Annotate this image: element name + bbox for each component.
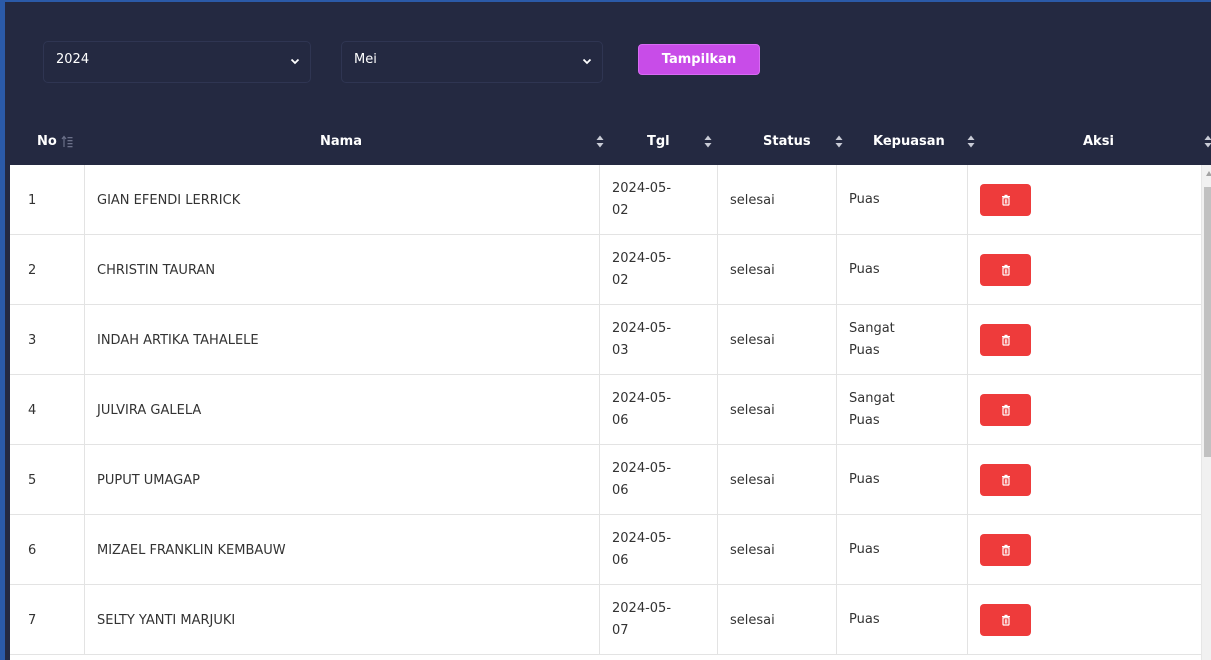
header-no-label: No xyxy=(37,134,57,149)
trash-icon xyxy=(1001,334,1010,346)
cell-aksi xyxy=(968,375,1201,445)
cell-status: selesai xyxy=(718,375,837,445)
cell-tgl: 2024-05- 02 xyxy=(600,235,718,305)
delete-button[interactable] xyxy=(980,464,1031,496)
table-row: 5 PUPUT UMAGAP 2024-05- 06 selesai Puas xyxy=(10,445,1201,515)
app-frame: 2024 Mei Tampilkan No Nama Tgl Status Ke… xyxy=(0,0,1211,660)
show-button[interactable]: Tampilkan xyxy=(638,43,760,75)
cell-kepuasan: Puas xyxy=(837,165,968,235)
delete-button[interactable] xyxy=(980,394,1031,426)
scroll-up-arrow-icon[interactable] xyxy=(1206,171,1211,176)
trash-icon xyxy=(1001,264,1010,276)
cell-tgl: 2024-05- 03 xyxy=(600,305,718,375)
cell-no: 2 xyxy=(10,235,85,305)
table-row: 4 JULVIRA GALELA 2024-05- 06 selesai Sang… xyxy=(10,375,1201,445)
header-status[interactable]: Status xyxy=(763,118,811,165)
sort-icon[interactable] xyxy=(704,135,712,148)
cell-aksi xyxy=(968,445,1201,515)
cell-status: selesai xyxy=(718,305,837,375)
trash-icon xyxy=(1001,544,1010,556)
year-select-value: 2024 xyxy=(56,52,90,67)
trash-icon xyxy=(1001,404,1010,416)
cell-status: selesai xyxy=(718,445,837,515)
cell-nama: CHRISTIN TAURAN xyxy=(85,235,600,305)
delete-button[interactable] xyxy=(980,254,1031,286)
cell-tgl: 2024-05- 06 xyxy=(600,515,718,585)
header-nama[interactable]: Nama xyxy=(320,118,362,165)
table-scrollbar[interactable] xyxy=(1201,165,1211,660)
cell-kepuasan: Puas xyxy=(837,445,968,515)
chevron-down-icon xyxy=(290,58,300,65)
header-aksi[interactable]: Aksi xyxy=(1083,118,1114,165)
header-kepuasan-label: Kepuasan xyxy=(873,134,945,149)
cell-no: 4 xyxy=(10,375,85,445)
header-nama-label: Nama xyxy=(320,134,362,149)
cell-aksi xyxy=(968,585,1201,655)
cell-aksi xyxy=(968,515,1201,585)
cell-kepuasan: Puas xyxy=(837,235,968,305)
header-no[interactable]: No xyxy=(37,118,73,165)
chevron-down-icon xyxy=(582,58,592,65)
cell-no: 1 xyxy=(10,165,85,235)
cell-status: selesai xyxy=(718,515,837,585)
header-aksi-label: Aksi xyxy=(1083,134,1114,149)
cell-nama: SELTY YANTI MARJUKI xyxy=(85,585,600,655)
table-row: 7 SELTY YANTI MARJUKI 2024-05- 07 selesai… xyxy=(10,585,1201,655)
trash-icon xyxy=(1001,194,1010,206)
sort-icon[interactable] xyxy=(967,135,975,148)
cell-nama: PUPUT UMAGAP xyxy=(85,445,600,515)
cell-no: 7 xyxy=(10,585,85,655)
cell-kepuasan: Sangat Puas xyxy=(837,375,968,445)
delete-button[interactable] xyxy=(980,324,1031,356)
cell-nama: GIAN EFENDI LERRICK xyxy=(85,165,600,235)
sort-icon[interactable] xyxy=(596,135,604,148)
header-kepuasan[interactable]: Kepuasan xyxy=(873,118,945,165)
month-select-value: Mei xyxy=(354,52,377,67)
cell-tgl: 2024-05- 02 xyxy=(600,165,718,235)
cell-aksi xyxy=(968,305,1201,375)
table-row: 3 INDAH ARTIKA TAHALELE 2024-05- 03 seles… xyxy=(10,305,1201,375)
header-tgl-label: Tgl xyxy=(647,134,670,149)
sort-ascending-icon xyxy=(61,135,73,147)
cell-kepuasan: Sangat Puas xyxy=(837,305,968,375)
cell-tgl: 2024-05- 07 xyxy=(600,585,718,655)
cell-aksi xyxy=(968,235,1201,305)
cell-no: 6 xyxy=(10,515,85,585)
trash-icon xyxy=(1001,474,1010,486)
delete-button[interactable] xyxy=(980,534,1031,566)
trash-icon xyxy=(1001,614,1010,626)
table-row: 2 CHRISTIN TAURAN 2024-05- 02 selesai Pua… xyxy=(10,235,1201,305)
table-body: 1 GIAN EFENDI LERRICK 2024-05- 02 selesai… xyxy=(10,165,1201,660)
filter-bar: 2024 Mei Tampilkan xyxy=(43,40,760,84)
cell-kepuasan: Puas xyxy=(837,585,968,655)
cell-status: selesai xyxy=(718,165,837,235)
cell-kepuasan: Puas xyxy=(837,515,968,585)
cell-tgl: 2024-05- 06 xyxy=(600,375,718,445)
year-select[interactable]: 2024 xyxy=(43,41,311,83)
cell-nama: INDAH ARTIKA TAHALELE xyxy=(85,305,600,375)
sort-icon[interactable] xyxy=(1204,135,1211,148)
cell-tgl: 2024-05- 06 xyxy=(600,445,718,515)
month-select[interactable]: Mei xyxy=(341,41,603,83)
cell-status: selesai xyxy=(718,235,837,305)
delete-button[interactable] xyxy=(980,604,1031,636)
scrollbar-thumb[interactable] xyxy=(1204,187,1211,457)
sort-icon[interactable] xyxy=(835,135,843,148)
cell-no: 3 xyxy=(10,305,85,375)
header-status-label: Status xyxy=(763,134,811,149)
cell-no: 5 xyxy=(10,445,85,515)
table-row: 6 MIZAEL FRANKLIN KEMBAUW 2024-05- 06 sel… xyxy=(10,515,1201,585)
cell-nama: MIZAEL FRANKLIN KEMBAUW xyxy=(85,515,600,585)
table-row: 1 GIAN EFENDI LERRICK 2024-05- 02 selesai… xyxy=(10,165,1201,235)
cell-status: selesai xyxy=(718,585,837,655)
cell-aksi xyxy=(968,165,1201,235)
table-header: No Nama Tgl Status Kepuasan Aksi xyxy=(10,118,1211,165)
cell-nama: JULVIRA GALELA xyxy=(85,375,600,445)
delete-button[interactable] xyxy=(980,184,1031,216)
header-tgl[interactable]: Tgl xyxy=(647,118,670,165)
